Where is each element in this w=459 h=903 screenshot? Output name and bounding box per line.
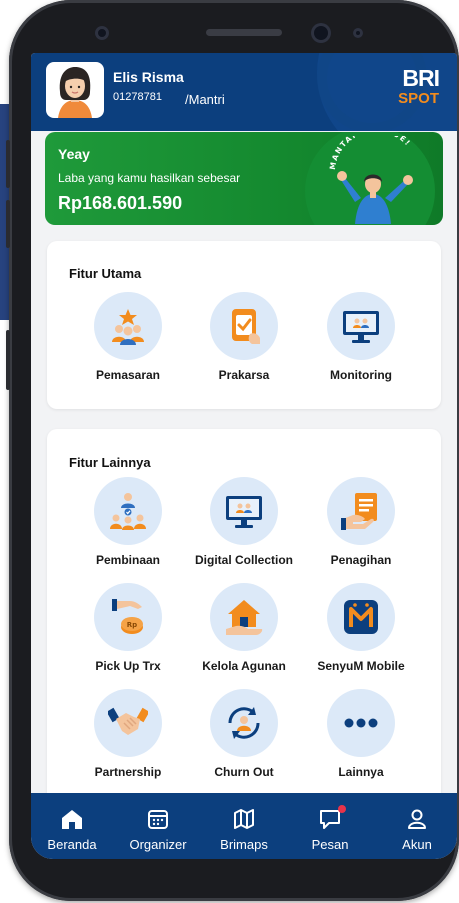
feature-prakarsa[interactable]: Prakarsa (185, 292, 303, 382)
front-camera (95, 26, 109, 40)
coaching-icon (110, 493, 146, 530)
avatar[interactable] (46, 62, 104, 118)
nav-brimaps[interactable]: Brimaps (204, 793, 284, 859)
volume-button (6, 140, 10, 188)
nav-label: Pesan (311, 837, 349, 852)
nav-label: Beranda (47, 837, 97, 852)
checklist-icon (232, 309, 260, 344)
bottom-navigation: Beranda Organizer Brimaps Pesan Akun (31, 793, 457, 859)
feature-lainnya[interactable]: Lainnya (302, 689, 420, 779)
feature-icon-bg (327, 583, 395, 651)
logo-text: BRI (402, 65, 440, 91)
feature-icon-bg (327, 477, 395, 545)
churn-out-icon (228, 707, 260, 739)
marketing-icon (112, 309, 144, 345)
feature-icon-bg (327, 689, 395, 757)
section-title: Fitur Utama (69, 266, 142, 281)
monitor-icon (343, 311, 379, 343)
feature-kelola-agunan[interactable]: Kelola Agunan (185, 583, 303, 673)
feature-pembinaan[interactable]: Pembinaan (69, 477, 187, 567)
app-screen: Elis Risma 01278781 /Mantri BRI SPOT Yea… (31, 53, 457, 859)
feature-label: SenyuM Mobile (317, 659, 405, 673)
banner-subtitle: Laba yang kamu hasilkan sebesar (58, 171, 241, 185)
feature-label: Prakarsa (218, 368, 270, 382)
account-icon (408, 809, 426, 829)
nav-label: Organizer (129, 837, 187, 852)
feature-churn-out[interactable]: Churn Out (185, 689, 303, 779)
more-icon (344, 718, 378, 728)
feature-icon-bg (94, 689, 162, 757)
nav-label: Brimaps (220, 837, 268, 852)
section-title: Fitur Lainnya (69, 455, 151, 470)
feature-label: Churn Out (214, 765, 274, 779)
nav-beranda[interactable]: Beranda (32, 793, 112, 859)
nav-organizer[interactable]: Organizer (118, 793, 198, 859)
main-features-card: Fitur Utama Pemasaran Prakarsa Monitorin… (47, 241, 441, 409)
handshake-icon (108, 707, 148, 735)
feature-label: Pemasaran (95, 368, 161, 382)
nav-label: Akun (402, 837, 432, 852)
home-icon (62, 810, 82, 829)
svg-text:MANTAP BOSQUE!: MANTAP BOSQUE! (328, 136, 413, 170)
user-name: Elis Risma (113, 69, 184, 85)
feature-partnership[interactable]: Partnership (69, 689, 187, 779)
message-icon (320, 810, 340, 829)
feature-pemasaran[interactable]: Pemasaran (69, 292, 187, 382)
feature-label: Penagihan (330, 553, 392, 567)
phone-frame: Elis Risma 01278781 /Mantri BRI SPOT Yea… (6, 0, 459, 901)
feature-icon-bg (94, 292, 162, 360)
earpiece-speaker (206, 29, 282, 36)
feature-label: Partnership (94, 765, 162, 779)
feature-digital-collection[interactable]: Digital Collection (185, 477, 303, 567)
banner-title: Yeay (58, 146, 90, 162)
feature-label: Pick Up Trx (95, 659, 161, 673)
avatar-icon (58, 67, 92, 118)
bri-spot-logo: BRI SPOT (398, 65, 440, 107)
feature-label: Monitoring (330, 368, 392, 382)
front-camera (311, 23, 331, 43)
feature-monitoring[interactable]: Monitoring (302, 292, 420, 382)
logo-text: SPOT (398, 90, 439, 107)
feature-icon-bg (327, 292, 395, 360)
user-role: /Mantri (185, 92, 225, 107)
map-icon (234, 809, 254, 829)
collateral-icon (226, 600, 263, 635)
pickup-transaction-icon: Rp (112, 599, 143, 634)
digital-collection-icon (226, 496, 262, 528)
feature-icon-bg (210, 583, 278, 651)
feature-icon-bg (210, 477, 278, 545)
feature-penagihan[interactable]: Penagihan (302, 477, 420, 567)
other-features-card: Fitur Lainnya Pembinaan Digital Collecti… (47, 429, 441, 849)
feature-senyum-mobile[interactable]: SenyuM Mobile (302, 583, 420, 673)
feature-icon-bg: Rp (94, 583, 162, 651)
volume-button (6, 200, 10, 248)
senyum-mobile-icon (344, 600, 378, 634)
profit-banner[interactable]: Yeay Laba yang kamu hasilkan sebesar Rp1… (45, 132, 443, 225)
user-id: 01278781 (113, 91, 162, 103)
feature-icon-bg (94, 477, 162, 545)
feature-label: Pembinaan (95, 553, 161, 567)
feature-icon-bg (210, 292, 278, 360)
feature-icon-bg (210, 689, 278, 757)
feature-label: Digital Collection (194, 553, 293, 567)
nav-akun[interactable]: Akun (377, 793, 457, 859)
notification-dot (338, 805, 346, 813)
feature-label: Lainnya (338, 765, 384, 779)
profit-amount: Rp168.601.590 (58, 193, 183, 213)
app-header: Elis Risma 01278781 /Mantri BRI SPOT (31, 53, 457, 131)
mascot-caption: MANTAP BOSQUE! (328, 136, 411, 170)
nav-pesan[interactable]: Pesan (290, 793, 370, 859)
side-button (6, 330, 10, 390)
calendar-icon (148, 810, 168, 829)
feature-label: Kelola Agunan (202, 659, 286, 673)
mascot-illustration: MANTAP BOSQUE! (328, 136, 413, 224)
feature-pick-up-trx[interactable]: Rp Pick Up Trx (69, 583, 187, 673)
billing-icon (341, 493, 377, 530)
svg-text:Rp: Rp (127, 621, 137, 629)
proximity-sensor (353, 28, 363, 38)
